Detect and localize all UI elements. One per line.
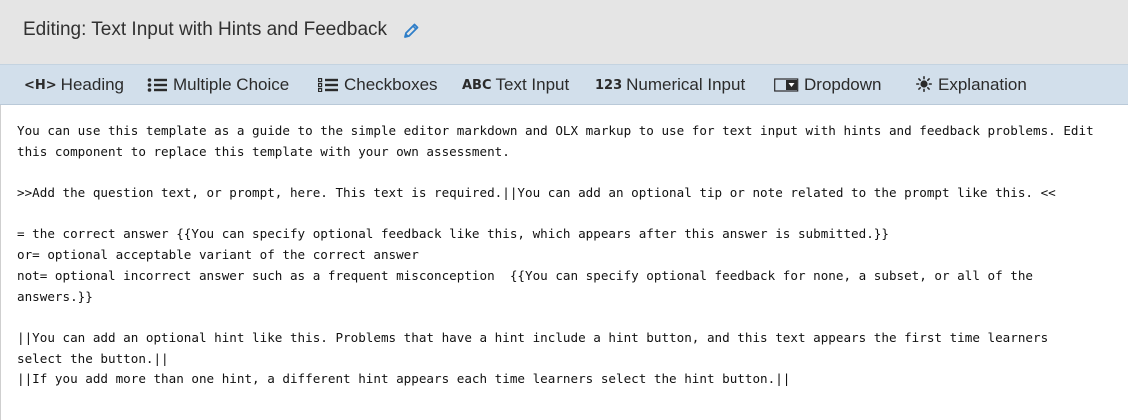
dropdown-icon xyxy=(774,78,800,92)
markdown-editor[interactable]: You can use this template as a guide to … xyxy=(0,105,1128,420)
page-title: Editing: Text Input with Hints and Feedb… xyxy=(23,19,388,40)
heading-icon: <H> xyxy=(24,77,57,93)
numerical-input-icon: 123 xyxy=(595,77,623,93)
editor-title-bar: Editing: Text Input with Hints and Feedb… xyxy=(0,0,1128,64)
numerical-input-label: Numerical Input xyxy=(626,75,746,94)
text-input-label: Text Input xyxy=(495,75,570,94)
pencil-icon[interactable] xyxy=(402,22,420,40)
explanation-icon xyxy=(914,76,934,94)
checkboxes-button[interactable]: Checkboxes xyxy=(318,65,438,105)
checkboxes-label: Checkboxes xyxy=(344,75,438,94)
editor-line: or= optional acceptable variant of the c… xyxy=(17,247,419,263)
editor-line: this component to replace this template … xyxy=(17,143,510,159)
text-input-button[interactable]: ABC Text Input xyxy=(462,65,569,105)
editor-line: ||You can add an optional hint like this… xyxy=(17,329,1049,345)
editor-line: = the correct answer {{You can specify o… xyxy=(17,226,889,242)
editor-line: select the button.|| xyxy=(17,350,169,366)
multiple-choice-button[interactable]: Multiple Choice xyxy=(147,65,289,105)
editor-line: >>Add the question text, or prompt, here… xyxy=(17,185,1056,201)
explanation-button[interactable]: Explanation xyxy=(914,65,1027,105)
dropdown-label: Dropdown xyxy=(804,75,882,94)
markdown-toolbar: <H> Heading Multiple Choice Checkboxes A… xyxy=(0,64,1128,105)
editor-line: You can use this template as a guide to … xyxy=(17,123,1094,138)
checkboxes-icon xyxy=(318,78,340,92)
editor-line: not= optional incorrect answer such as a… xyxy=(17,267,1033,283)
text-input-icon: ABC xyxy=(462,77,492,93)
heading-label: Heading xyxy=(60,75,124,94)
explanation-label: Explanation xyxy=(938,75,1027,94)
multiple-choice-icon xyxy=(147,78,169,92)
dropdown-button[interactable]: Dropdown xyxy=(774,65,882,105)
numerical-input-button[interactable]: 123 Numerical Input xyxy=(595,65,745,105)
heading-button[interactable]: <H> Heading xyxy=(24,65,124,105)
editor-line: ||If you add more than one hint, a diffe… xyxy=(17,371,791,387)
multiple-choice-label: Multiple Choice xyxy=(173,75,290,94)
editor-line: answers.}} xyxy=(17,288,93,304)
